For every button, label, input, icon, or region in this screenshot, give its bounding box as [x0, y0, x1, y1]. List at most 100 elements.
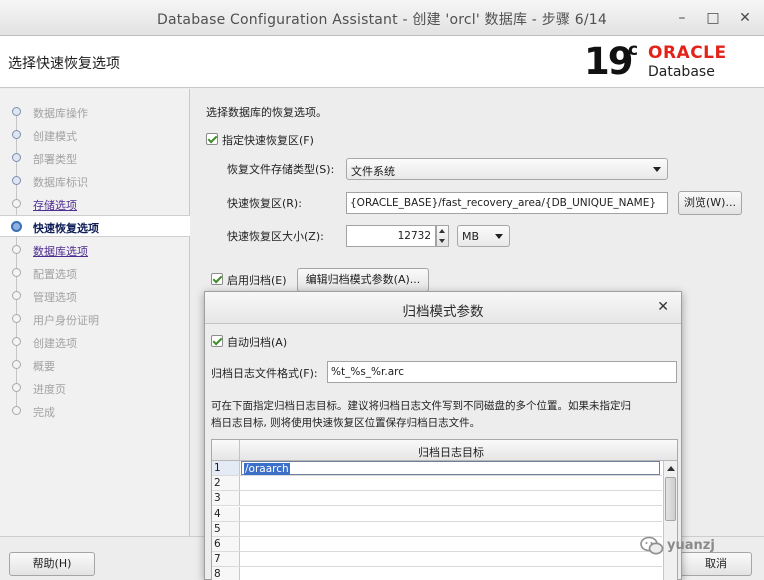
chevron-down-icon: [495, 234, 503, 239]
table-row[interactable]: 2: [212, 476, 662, 492]
table-header: 归档日志目标: [212, 440, 677, 461]
step-status-icon: [11, 221, 22, 232]
archive-checkbox[interactable]: [211, 273, 223, 285]
step-status-icon: [12, 360, 21, 369]
step-status-icon: [12, 268, 21, 277]
sidebar-step-item[interactable]: 数据库选项: [0, 239, 190, 261]
sidebar-step-label: 完成: [33, 406, 55, 419]
fra-size-unit-value: MB: [462, 230, 480, 243]
row-number: 8: [212, 567, 240, 580]
sidebar-step-label: 概要: [33, 360, 55, 373]
sidebar-step-label: 用户身份证明: [33, 314, 99, 327]
scroll-up-icon[interactable]: [667, 466, 675, 471]
destination-cell[interactable]: [241, 552, 662, 566]
destination-cell-editor[interactable]: /oraarch: [241, 461, 660, 475]
auto-archive-label: 自动归档(A): [227, 336, 288, 349]
minimize-button[interactable]: –: [672, 8, 692, 28]
fra-size-input[interactable]: 12732: [346, 225, 436, 247]
auto-archive-checkbox[interactable]: [211, 335, 223, 347]
stepper-up-icon[interactable]: [439, 229, 445, 233]
table-row[interactable]: 8: [212, 567, 662, 580]
log-format-input[interactable]: %t_%s_%r.arc: [327, 361, 677, 383]
chevron-down-icon: [653, 167, 661, 172]
step-status-icon: [12, 107, 21, 116]
archive-destinations-table: 归档日志目标 1/oraarch 2 3 4 5 6 7 8: [211, 439, 678, 580]
sidebar-step-label: 数据库操作: [33, 107, 88, 120]
storage-type-value: 文件系统: [351, 165, 395, 178]
storage-type-label: 恢复文件存储类型(S):: [227, 163, 335, 176]
step-status-icon: [12, 314, 21, 323]
destination-cell[interactable]: [241, 567, 662, 580]
browse-button[interactable]: 浏览(W)...: [678, 191, 742, 215]
table-row[interactable]: 3: [212, 491, 662, 507]
step-status-icon: [12, 245, 21, 254]
sidebar-step-label: 创建选项: [33, 337, 77, 350]
maximize-button[interactable]: □: [703, 8, 723, 28]
table-scrollbar[interactable]: [663, 461, 677, 580]
row-number: 4: [212, 506, 240, 521]
sidebar-step-item: 创建选项: [0, 331, 190, 353]
sidebar-step-item: 用户身份证明: [0, 308, 190, 330]
sidebar-step-item[interactable]: 快速恢复选项: [0, 215, 190, 237]
table-row[interactable]: 1/oraarch: [212, 461, 662, 476]
edit-archive-params-button[interactable]: 编辑归档模式参数(A)...: [297, 268, 429, 292]
help-button[interactable]: 帮助(H): [9, 552, 95, 576]
logo-version-suffix: c: [628, 40, 639, 60]
sidebar-step-label: 配置选项: [33, 268, 77, 281]
step-status-icon: [12, 383, 21, 392]
hint-line-2: 档日志目标, 则将使用快速恢复区位置保存归档日志文件。: [211, 417, 481, 429]
fra-size-value: 12732: [397, 230, 431, 242]
fra-size-stepper[interactable]: [436, 225, 449, 247]
logo-brand: ORACLE: [648, 43, 727, 63]
sidebar-step-label: 创建模式: [33, 130, 77, 143]
log-format-value: %t_%s_%r.arc: [331, 366, 405, 378]
sidebar-step-label: 部署类型: [33, 153, 77, 166]
sidebar-step-item: 配置选项: [0, 262, 190, 284]
step-status-icon: [12, 291, 21, 300]
step-status-icon: [12, 337, 21, 346]
fra-size-unit-select[interactable]: MB: [457, 225, 510, 247]
hint-line-1: 可在下面指定归档日志目标。建议将归档日志文件写到不同磁盘的多个位置。如果未指定归: [211, 400, 631, 412]
destination-cell[interactable]: [241, 507, 662, 521]
destination-cell[interactable]: [241, 491, 662, 505]
row-number-header: [212, 440, 240, 460]
sidebar-step-item: 创建模式: [0, 124, 190, 146]
watermark-text: yuanzj: [667, 538, 715, 553]
dialog-close-button[interactable]: ✕: [657, 299, 669, 315]
fra-location-value: {ORACLE_BASE}/fast_recovery_area/{DB_UNI…: [350, 197, 657, 209]
destination-cell[interactable]: /oraarch: [241, 461, 662, 475]
storage-type-select[interactable]: 文件系统: [346, 158, 668, 180]
sidebar-step-item: 完成: [0, 400, 190, 422]
row-number: 6: [212, 537, 240, 551]
watermark: yuanzj: [640, 535, 764, 557]
table-row[interactable]: 5: [212, 521, 662, 537]
row-number: 3: [212, 491, 240, 506]
step-status-icon: [12, 176, 21, 185]
dialog-titlebar: 归档模式参数 ✕: [205, 292, 681, 324]
destination-cell[interactable]: [241, 537, 662, 551]
sidebar-step-item[interactable]: 存储选项: [0, 193, 190, 215]
destination-cell[interactable]: [241, 522, 662, 536]
destination-cell[interactable]: [241, 476, 662, 490]
table-row[interactable]: 7: [212, 552, 662, 568]
sidebar-step-label: 快速恢复选项: [33, 222, 99, 235]
stepper-down-icon[interactable]: [439, 239, 445, 243]
page-title: 选择快速恢复选项: [8, 56, 120, 72]
fra-checkbox[interactable]: [206, 133, 218, 145]
step-status-icon: [12, 153, 21, 162]
intro-text: 选择数据库的恢复选项。: [206, 106, 327, 119]
close-window-button[interactable]: ✕: [735, 8, 755, 28]
table-row[interactable]: 4: [212, 506, 662, 522]
column-header-destination: 归档日志目标: [418, 446, 484, 459]
archive-checkbox-label: 启用归档(E): [227, 274, 287, 287]
steps-sidebar: 数据库操作 创建模式 部署类型 数据库标识 存储选项 快速恢复选项 数据库选项 配置选项 管理选…: [0, 89, 190, 536]
row-number: 2: [212, 476, 240, 491]
fra-location-label: 快速恢复区(R):: [227, 197, 302, 210]
fra-location-input[interactable]: {ORACLE_BASE}/fast_recovery_area/{DB_UNI…: [346, 192, 668, 214]
table-row[interactable]: 6: [212, 537, 662, 552]
sidebar-step-label: 进度页: [33, 383, 66, 396]
scrollbar-thumb[interactable]: [665, 477, 676, 521]
dialog-title: 归档模式参数: [402, 304, 484, 320]
wechat-icon: [640, 536, 666, 556]
step-status-icon: [12, 199, 21, 208]
